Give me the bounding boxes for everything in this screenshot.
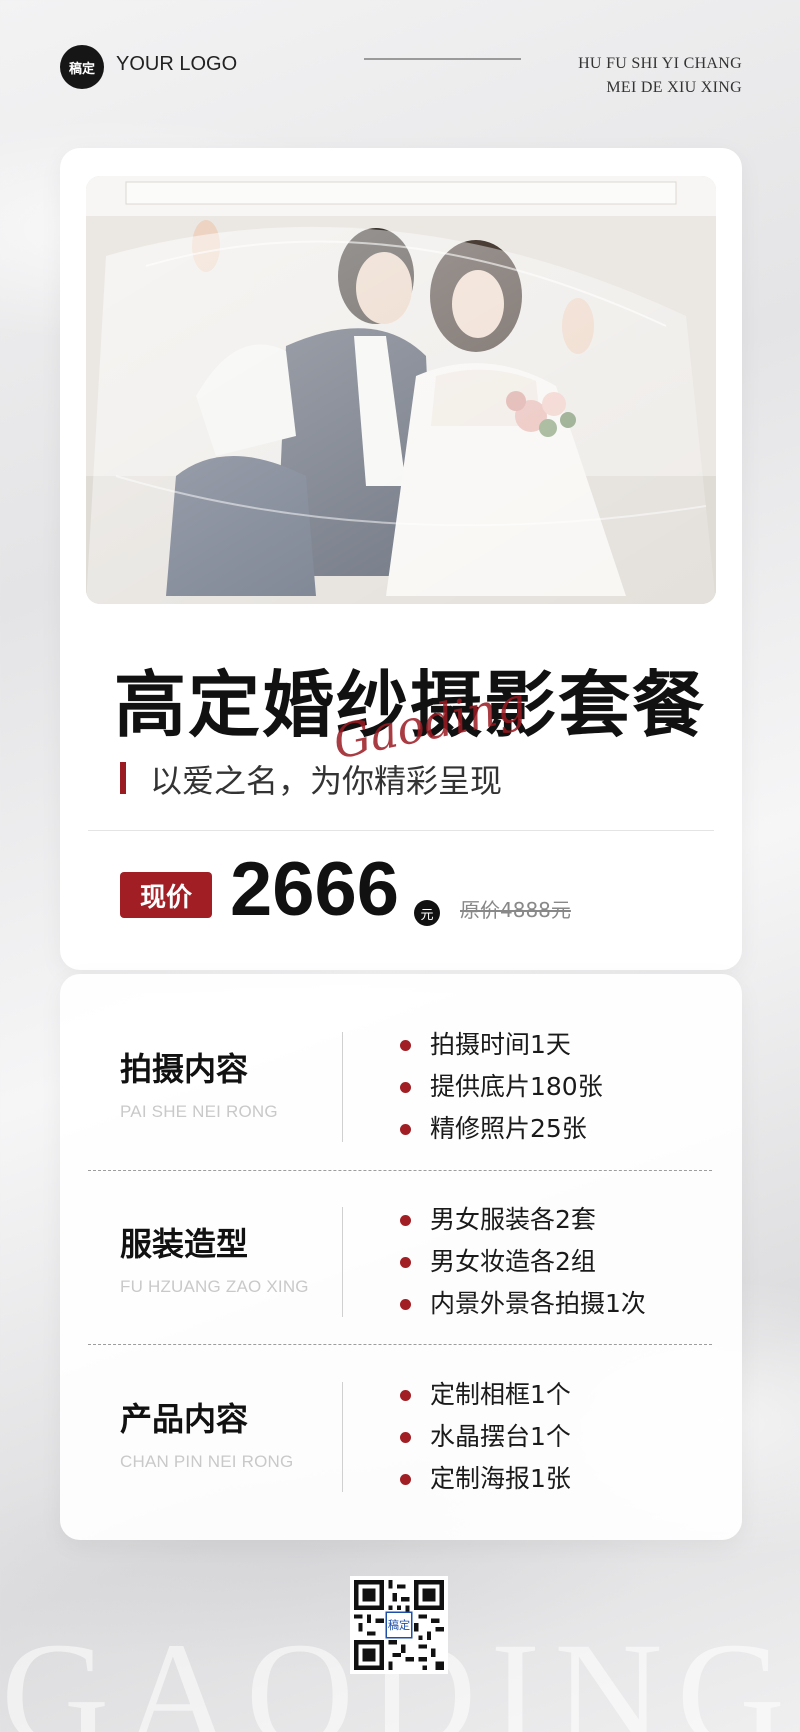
list-item-text: 拍摄时间1天 (430, 1030, 571, 1059)
list-item-text: 提供底片180张 (430, 1072, 603, 1101)
detail-item-list: 定制相框1个 水晶摆台1个 定制海报1张 (400, 1374, 571, 1500)
header-divider (364, 58, 521, 60)
wedding-photo (86, 176, 716, 604)
list-item: 定制相框1个 (400, 1374, 571, 1416)
bullet-dot-icon (400, 1257, 411, 1268)
list-item-text: 定制相框1个 (430, 1380, 571, 1409)
tagline-line-1: HU FU SHI YI CHANG (578, 55, 742, 72)
detail-row-subtitle: FU HZUANG ZAO XING (120, 1277, 309, 1296)
list-item-text: 男女妆造各2组 (430, 1247, 596, 1276)
tagline-line-2: MEI DE XIU XING (606, 79, 742, 96)
list-item: 男女服装各2套 (400, 1199, 646, 1241)
bullet-dot-icon (400, 1124, 411, 1135)
list-item-text: 水晶摆台1个 (430, 1422, 571, 1451)
logo-badge[interactable]: 稿定 (60, 45, 104, 89)
list-item-text: 定制海报1张 (430, 1464, 571, 1493)
detail-item-list: 拍摄时间1天 提供底片180张 精修照片25张 (400, 1024, 603, 1150)
price-unit-badge: 元 (414, 900, 440, 926)
list-item: 拍摄时间1天 (400, 1024, 603, 1066)
detail-row-subtitle: PAI SHE NEI RONG (120, 1102, 278, 1121)
detail-row-divider (342, 1032, 343, 1142)
detail-item-list: 男女服装各2套 男女妆造各2组 内景外景各拍摄1次 (400, 1199, 646, 1325)
list-item: 水晶摆台1个 (400, 1416, 571, 1458)
card-divider (88, 830, 714, 831)
header: 稿定 YOUR LOGO HU FU SHI YI CHANG MEI DE X… (0, 0, 800, 130)
detail-row-divider (342, 1207, 343, 1317)
list-item: 男女妆造各2组 (400, 1241, 646, 1283)
qr-center-label: 稿定 (388, 1618, 410, 1632)
bullet-dot-icon (400, 1040, 411, 1051)
original-price: 原价4888元 (460, 898, 571, 922)
current-price-label: 现价 (120, 872, 212, 918)
details-card: 拍摄内容 PAI SHE NEI RONG 拍摄时间1天 提供底片180张 精修… (60, 974, 742, 1540)
package-subtitle: 以爱之名，为你精彩呈现 (150, 762, 503, 800)
list-item-text: 内景外景各拍摄1次 (430, 1289, 646, 1318)
detail-row-products: 产品内容 CHAN PIN NEI RONG 定制相框1个 水晶摆台1个 定制海… (60, 1324, 742, 1499)
subtitle-accent-bar (120, 762, 126, 794)
list-item-text: 精修照片25张 (430, 1114, 587, 1143)
bullet-dot-icon (400, 1082, 411, 1093)
bullet-dot-icon (400, 1299, 411, 1310)
list-item-text: 男女服装各2套 (430, 1205, 596, 1234)
bullet-dot-icon (400, 1390, 411, 1401)
detail-row-subtitle: CHAN PIN NEI RONG (120, 1452, 294, 1471)
bullet-dot-icon (400, 1432, 411, 1443)
list-item: 提供底片180张 (400, 1066, 603, 1108)
list-item: 定制海报1张 (400, 1458, 571, 1500)
qr-code[interactable]: 稿定 (350, 1576, 448, 1674)
detail-row-shooting: 拍摄内容 PAI SHE NEI RONG 拍摄时间1天 提供底片180张 精修… (60, 974, 742, 1149)
list-item: 精修照片25张 (400, 1108, 603, 1150)
detail-row-divider (342, 1382, 343, 1492)
bullet-dot-icon (400, 1474, 411, 1485)
bullet-dot-icon (400, 1215, 411, 1226)
detail-row-styling: 服装造型 FU HZUANG ZAO XING 男女服装各2套 男女妆造各2组 … (60, 1149, 742, 1324)
detail-row-title: 服装造型 (120, 1225, 249, 1263)
logo-text[interactable]: YOUR LOGO (116, 53, 237, 76)
qr-code-icon: 稿定 (354, 1580, 444, 1670)
detail-row-title: 产品内容 (120, 1400, 249, 1438)
current-price-value: 2666 (230, 847, 400, 932)
package-card: 高定婚纱摄影套餐 Gaoding 以爱之名，为你精彩呈现 现价 2666 元 原… (60, 148, 742, 970)
detail-row-title: 拍摄内容 (120, 1050, 249, 1088)
list-item: 内景外景各拍摄1次 (400, 1283, 646, 1325)
wedding-photo-illustration (86, 176, 716, 604)
header-tagline: HU FU SHI YI CHANG MEI DE XIU XING (578, 52, 742, 100)
